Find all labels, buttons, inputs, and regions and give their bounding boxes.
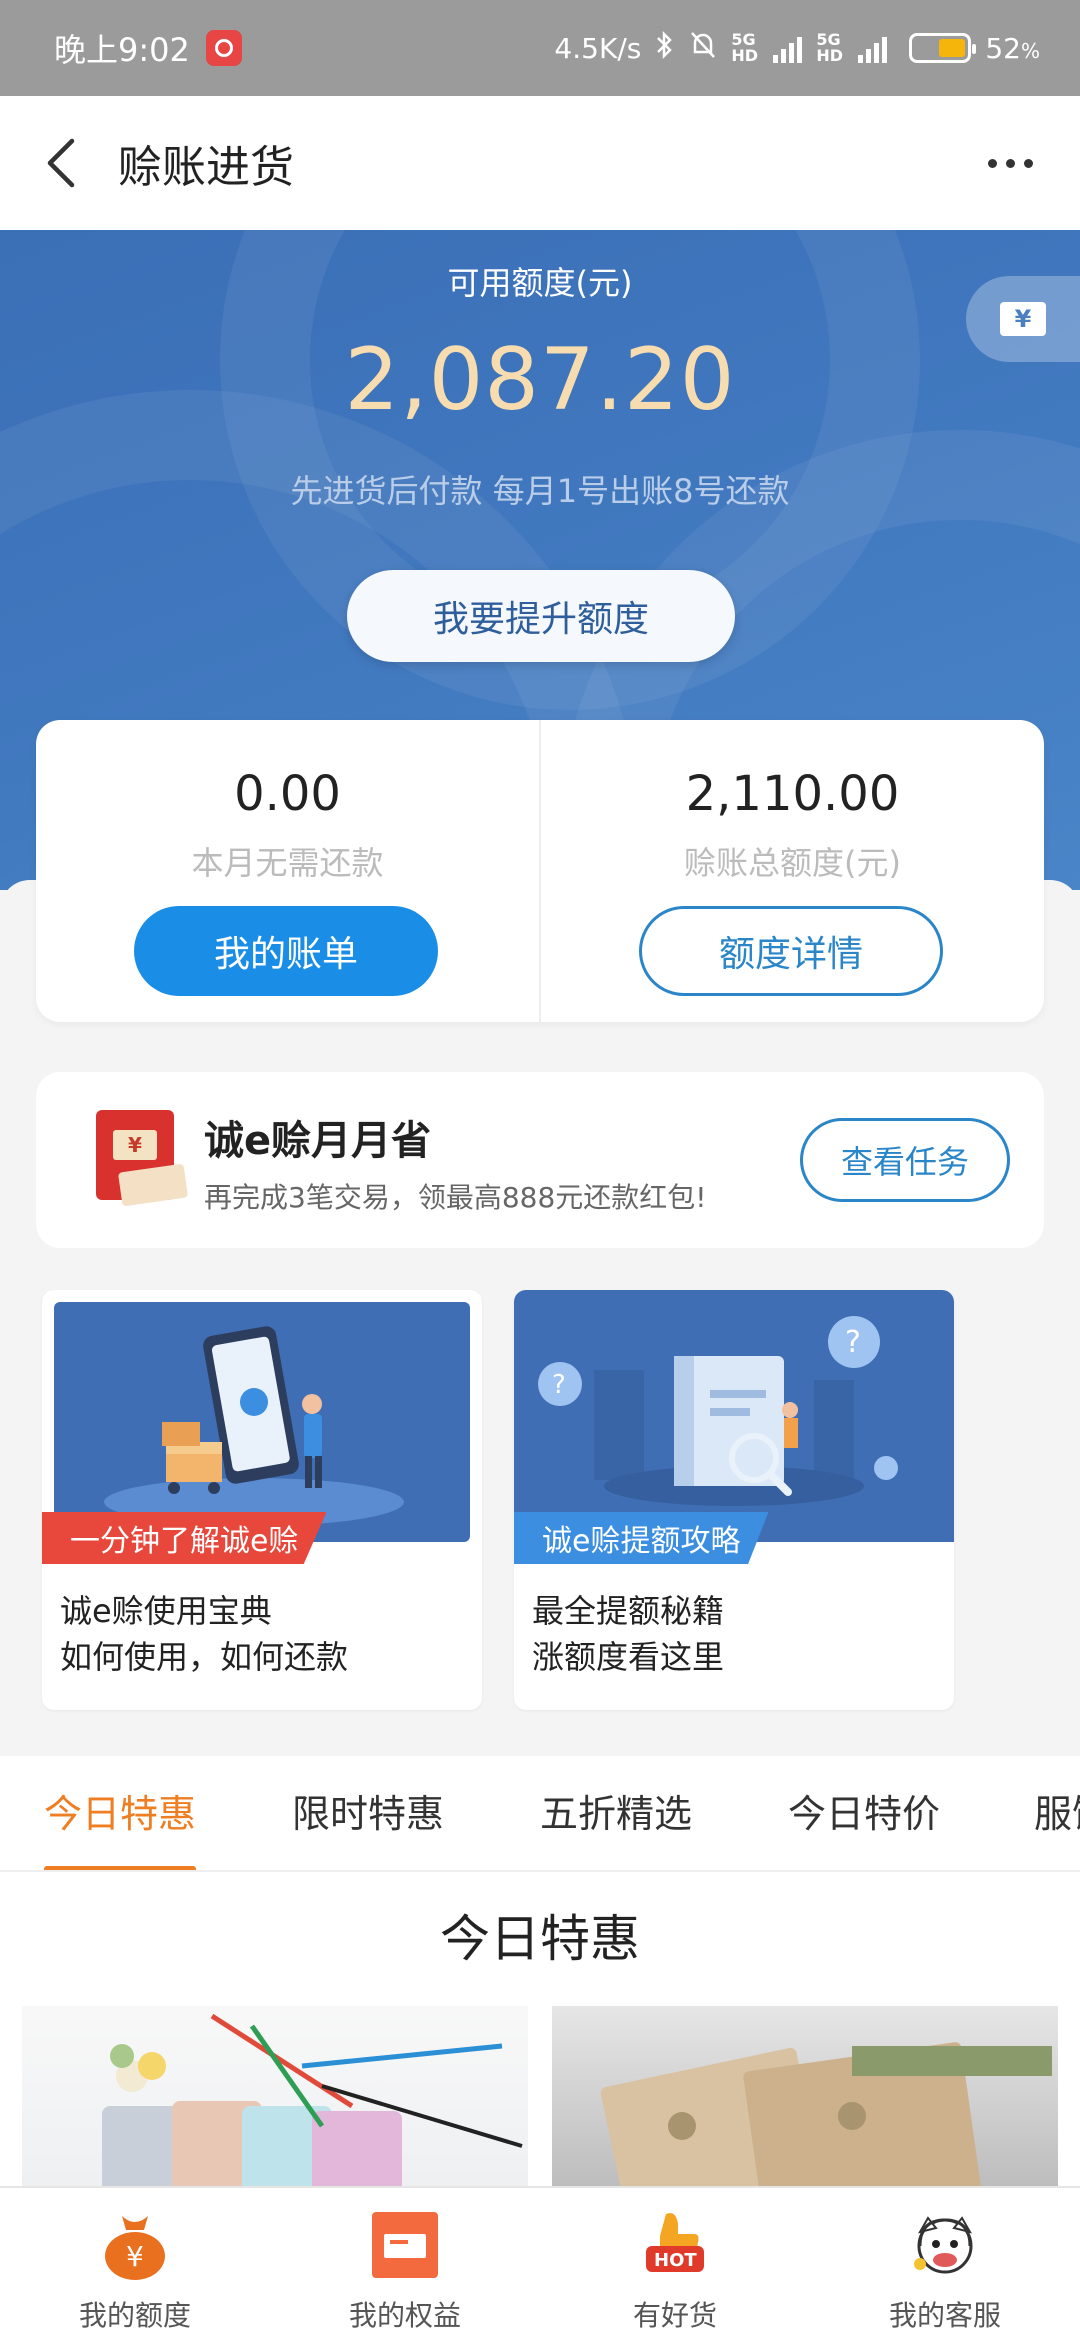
nav-customer-service[interactable]: 我的客服	[810, 2188, 1080, 2340]
total-credit-column: 2,110.00 赊账总额度(元) 额度详情	[539, 720, 1044, 1022]
my-bill-button[interactable]: 我的账单	[134, 906, 438, 996]
tab-today-price[interactable]: 今日特价	[788, 1756, 940, 1870]
bluetooth-icon	[655, 30, 675, 67]
nav-label-my-credit: 我的额度	[78, 2299, 191, 2332]
back-arrow-icon[interactable]	[16, 96, 106, 230]
available-credit-amount: 2,087.20	[344, 330, 736, 430]
guide-tag-raise: 诚e赊提额攻略	[514, 1512, 769, 1564]
battery-percent: 52	[985, 31, 1021, 65]
hot-thumb-icon: HOT	[646, 2213, 704, 2272]
card-icon	[372, 2212, 438, 2278]
promo-title: 诚e赊月月省	[204, 1118, 432, 1164]
title-bar: 赊账进货	[0, 96, 1080, 230]
repayment-amount: 0.00	[234, 766, 341, 822]
svg-text:HOT: HOT	[654, 2250, 697, 2271]
available-credit-label: 可用额度(元)	[447, 264, 633, 302]
signal-icon-2	[858, 33, 888, 63]
page-title: 赊账进货	[118, 142, 294, 193]
network-speed: 4.5K/s	[554, 31, 642, 65]
guide-title-raise: 最全提额秘籍	[532, 1592, 725, 1630]
red-envelope-icon: ¥	[76, 1110, 194, 1210]
product-card[interactable]	[552, 2006, 1058, 2186]
guide-card-raise[interactable]: ? ? 诚e赊提额攻略 最全提额秘籍 涨额度看这里	[514, 1290, 954, 1710]
svg-text:¥: ¥	[126, 2240, 144, 2273]
status-indicators: 4.5K/s 5G HD 5G HD 52%	[554, 30, 1040, 67]
tab-clothing[interactable]: 服饰	[1034, 1756, 1080, 1870]
mute-bell-icon	[689, 30, 717, 67]
guide-card-usage[interactable]: 一分钟了解诚e赊 诚e赊使用宝典 如何使用，如何还款	[42, 1290, 482, 1710]
nav-label-good-products: 有好货	[632, 2299, 717, 2332]
product-list	[0, 2006, 1080, 2186]
payment-terms-note: 先进货后付款 每月1号出账8号还款	[290, 472, 790, 510]
battery-icon	[909, 33, 977, 63]
network-type-2: 5G HD	[816, 30, 844, 65]
credit-details-button[interactable]: 额度详情	[639, 906, 943, 996]
usage-illustration	[54, 1302, 470, 1542]
guide-tag-usage: 一分钟了解诚e赊	[42, 1512, 327, 1564]
product-tabs: 今日特惠 限时特惠 五折精选 今日特价 服饰	[0, 1756, 1080, 1872]
more-options-icon[interactable]	[980, 133, 1040, 193]
app-notification-icon	[205, 30, 242, 66]
guide-subtitle-raise: 涨额度看这里	[532, 1638, 725, 1676]
cloth-product-image	[600, 2042, 1052, 2186]
product-card[interactable]	[22, 2006, 528, 2186]
repayment-column: 0.00 本月无需还款 我的账单	[36, 720, 539, 1022]
tab-today-deals[interactable]: 今日特惠	[44, 1756, 197, 1870]
raise-illustration: ? ?	[514, 1290, 954, 1542]
signal-icon-1	[773, 33, 803, 63]
nav-label-customer-service: 我的客服	[888, 2299, 1001, 2332]
repayment-status: 本月无需还款	[191, 844, 384, 882]
promo-subtitle: 再完成3笔交易，领最高888元还款红包!	[204, 1181, 707, 1214]
section-title: 今日特惠	[0, 1872, 1080, 2006]
svg-text:?: ?	[552, 1370, 566, 1400]
nav-good-products[interactable]: HOT 有好货	[540, 2188, 810, 2340]
balance-card: 0.00 本月无需还款 我的账单 2,110.00 赊账总额度(元) 额度详情	[36, 720, 1044, 1022]
total-credit-label: 赊账总额度(元)	[684, 844, 901, 882]
tab-half-price[interactable]: 五折精选	[540, 1756, 692, 1870]
raise-credit-button[interactable]: 我要提升额度	[347, 570, 735, 662]
guide-subtitle-usage: 如何使用，如何还款	[60, 1638, 349, 1676]
service-mascot-icon	[914, 2216, 973, 2274]
tab-limited-deals[interactable]: 限时特惠	[292, 1756, 444, 1870]
yuan-ticket-icon: ¥	[1000, 302, 1046, 336]
network-type-1: 5G HD	[731, 30, 759, 65]
nav-my-credit[interactable]: ¥ 我的额度	[0, 2188, 270, 2340]
towel-product-image	[102, 2013, 523, 2186]
battery-level: 52%	[985, 32, 1040, 65]
status-time: 晚上9:02	[54, 31, 190, 69]
money-bag-icon: ¥	[105, 2216, 165, 2280]
svg-text:?: ?	[845, 1325, 861, 1360]
nav-my-benefits[interactable]: 我的权益	[270, 2188, 540, 2340]
coupon-tab[interactable]: ¥	[966, 276, 1080, 362]
monthly-saving-promo[interactable]: ¥ 诚e赊月月省 再完成3笔交易，领最高888元还款红包! 查看任务	[36, 1072, 1044, 1248]
guide-title-usage: 诚e赊使用宝典	[60, 1592, 272, 1630]
total-credit-amount: 2,110.00	[685, 766, 900, 822]
bottom-navigation: ¥ 我的额度 我的权益 HOT 有好货 我的客服	[0, 2186, 1080, 2340]
status-bar: 晚上9:02 4.5K/s 5G HD 5G HD 52%	[0, 0, 1080, 96]
view-task-button[interactable]: 查看任务	[800, 1118, 1010, 1202]
battery-unit: %	[1020, 38, 1040, 63]
nav-label-my-benefits: 我的权益	[348, 2299, 461, 2332]
